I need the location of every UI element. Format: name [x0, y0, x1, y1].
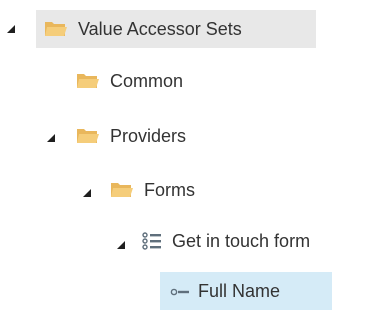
tree-node-label: Providers [110, 125, 187, 146]
expand-arrow-form[interactable] [116, 240, 126, 250]
tree-node-forms[interactable]: Forms [110, 171, 195, 209]
list-icon [142, 232, 162, 250]
tree-node-label: Value Accessor Sets [78, 18, 242, 39]
tree-node-label: Common [110, 70, 184, 91]
content-tree: Value Accessor Sets Common Providers For… [0, 0, 380, 329]
field-icon [170, 285, 190, 297]
tree-node-full-name[interactable]: Full Name [160, 272, 332, 310]
tree-node-label: Full Name [198, 280, 281, 301]
tree-node-get-in-touch-form[interactable]: Get in touch form [142, 222, 310, 260]
expand-arrow-root[interactable] [6, 24, 16, 34]
tree-node-providers[interactable]: Providers [76, 117, 186, 155]
tree-node-label: Get in touch form [172, 230, 311, 251]
folder-icon [76, 71, 100, 91]
expand-arrow-forms[interactable] [82, 188, 92, 198]
folder-icon [44, 19, 68, 39]
expand-arrow-providers[interactable] [46, 133, 56, 143]
folder-icon [76, 126, 100, 146]
tree-node-value-accessor-sets[interactable]: Value Accessor Sets [36, 10, 316, 48]
tree-node-common[interactable]: Common [76, 62, 183, 100]
tree-node-label: Forms [144, 179, 195, 200]
folder-icon [110, 180, 134, 200]
